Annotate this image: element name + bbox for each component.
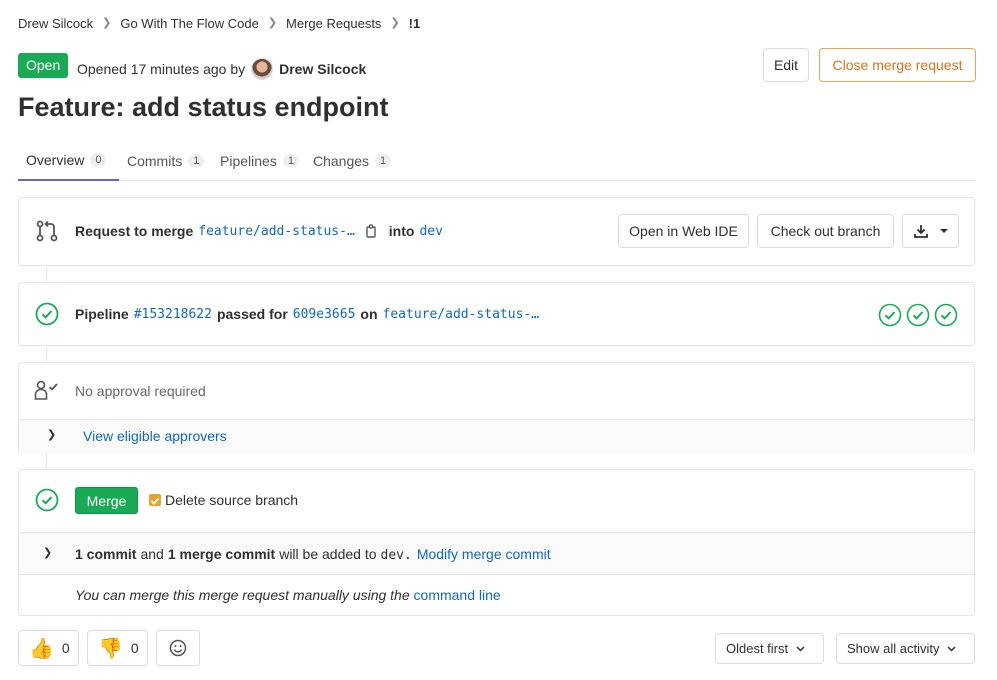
check-out-branch-button[interactable]: Check out branch bbox=[757, 214, 894, 248]
merge-request-icon bbox=[36, 220, 58, 242]
will-be-added-text: will be added to bbox=[279, 546, 377, 562]
request-to-merge-label: Request to merge bbox=[75, 223, 194, 239]
thumbs-down-icon: 👎 bbox=[98, 637, 123, 660]
and-text: and bbox=[140, 546, 164, 562]
commit-count: 1 commit bbox=[75, 546, 137, 562]
source-branch-link[interactable]: feature/add-status-… bbox=[198, 224, 355, 239]
open-web-ide-button[interactable]: Open in Web IDE bbox=[618, 214, 749, 248]
smiley-icon bbox=[169, 639, 187, 657]
add-reaction-button[interactable] bbox=[156, 630, 200, 666]
view-eligible-approvers-link[interactable]: View eligible approvers bbox=[83, 428, 227, 444]
no-approval-text: No approval required bbox=[75, 383, 206, 399]
sort-order-label: Oldest first bbox=[726, 641, 789, 656]
activity-filter-label: Show all activity bbox=[847, 641, 940, 656]
opened-info: Opened 17 minutes ago by Drew Silcock bbox=[77, 58, 366, 80]
chevron-right-icon: ❯ bbox=[267, 17, 278, 29]
widget-connector bbox=[46, 266, 47, 283]
breadcrumb: Drew Silcock ❯ Go With The Flow Code ❯ M… bbox=[18, 16, 420, 31]
checkmark-icon bbox=[150, 497, 160, 505]
tab-count: 1 bbox=[188, 153, 205, 168]
sort-order-dropdown[interactable]: Oldest first bbox=[715, 633, 824, 664]
breadcrumb-current-mr[interactable]: !1 bbox=[409, 16, 421, 31]
tab-count: 1 bbox=[282, 153, 299, 168]
target-branch-name: dev. bbox=[380, 548, 412, 563]
tab-label: Commits bbox=[127, 152, 183, 169]
breadcrumb-project[interactable]: Go With The Flow Code bbox=[120, 16, 258, 31]
chevron-down-icon bbox=[947, 645, 957, 652]
thumbs-up-button[interactable]: 👍 0 bbox=[18, 630, 79, 666]
tab-pipelines[interactable]: Pipelines 1 bbox=[212, 140, 307, 181]
merge-button[interactable]: Merge bbox=[75, 487, 138, 514]
copy-icon[interactable] bbox=[365, 224, 379, 238]
thumbs-up-icon: 👍 bbox=[29, 637, 54, 660]
pipeline-branch-link[interactable]: feature/add-status-… bbox=[383, 307, 540, 322]
avatar[interactable] bbox=[251, 58, 274, 80]
chevron-right-icon: ❯ bbox=[102, 17, 112, 29]
pipeline-label: Pipeline bbox=[75, 306, 129, 322]
download-dropdown-button[interactable] bbox=[902, 214, 959, 248]
pipeline-summary: Pipeline #153218622 passed for 609e3665 … bbox=[75, 306, 539, 322]
target-branch-link[interactable]: dev bbox=[419, 224, 442, 239]
thumbs-down-count: 0 bbox=[130, 640, 139, 656]
pipeline-id-link[interactable]: #153218622 bbox=[134, 307, 212, 322]
pipeline-passed-text: passed for bbox=[216, 306, 288, 322]
tab-count: 1 bbox=[375, 153, 392, 168]
close-merge-request-button[interactable]: Close merge request bbox=[819, 48, 976, 82]
thumbs-down-button[interactable]: 👎 0 bbox=[87, 630, 148, 666]
opened-text: Opened 17 minutes ago by bbox=[77, 61, 246, 77]
mr-tabs: Overview 0 Commits 1 Pipelines 1 Changes… bbox=[18, 140, 976, 181]
modify-merge-commit-link[interactable]: Modify merge commit bbox=[417, 546, 551, 562]
stage-success-icon[interactable] bbox=[906, 303, 930, 327]
tab-overview[interactable]: Overview 0 bbox=[18, 140, 119, 181]
merge-request-summary: Request to merge feature/add-status-… in… bbox=[75, 223, 443, 239]
widget-connector bbox=[46, 346, 47, 363]
thumbs-up-count: 0 bbox=[61, 640, 70, 656]
activity-filter-dropdown[interactable]: Show all activity bbox=[836, 633, 975, 664]
manual-merge-text: You can merge this merge request manuall… bbox=[75, 587, 501, 603]
chevron-right-icon[interactable]: ❯ bbox=[47, 428, 56, 441]
tab-count: 0 bbox=[90, 152, 107, 167]
widget-connector bbox=[46, 453, 47, 470]
into-label: into bbox=[388, 223, 415, 239]
pipeline-status-success-icon[interactable] bbox=[35, 302, 59, 326]
approval-icon bbox=[34, 380, 58, 400]
delete-source-branch-label[interactable]: Delete source branch bbox=[165, 492, 298, 508]
tab-label: Overview bbox=[26, 151, 85, 168]
chevron-right-icon: ❯ bbox=[390, 17, 400, 29]
author-link[interactable]: Drew Silcock bbox=[279, 61, 366, 77]
breadcrumb-merge-requests[interactable]: Merge Requests bbox=[286, 16, 381, 31]
download-icon bbox=[913, 225, 928, 238]
tab-changes[interactable]: Changes 1 bbox=[305, 140, 399, 181]
status-badge: Open bbox=[18, 53, 69, 78]
caret-down-icon bbox=[939, 229, 948, 233]
command-line-link[interactable]: command line bbox=[414, 587, 501, 603]
breadcrumb-user[interactable]: Drew Silcock bbox=[18, 16, 93, 31]
merge-ready-success-icon bbox=[35, 488, 59, 512]
on-label: on bbox=[360, 306, 378, 322]
tab-label: Changes bbox=[313, 152, 370, 169]
divider bbox=[19, 574, 974, 575]
tab-commits[interactable]: Commits 1 bbox=[119, 140, 212, 181]
chevron-down-icon bbox=[796, 645, 805, 652]
merge-commit-count: 1 merge commit bbox=[167, 546, 276, 562]
tab-label: Pipelines bbox=[220, 152, 277, 169]
chevron-right-icon[interactable]: ❯ bbox=[43, 546, 52, 559]
stage-success-icon[interactable] bbox=[934, 303, 958, 327]
merge-commit-summary: 1 commit and 1 merge commit will be adde… bbox=[75, 546, 551, 563]
delete-source-branch-checkbox[interactable] bbox=[149, 494, 161, 506]
stage-success-icon[interactable] bbox=[878, 303, 902, 327]
manual-merge-label: You can merge this merge request manuall… bbox=[75, 587, 410, 603]
page-title: Feature: add status endpoint bbox=[18, 92, 389, 122]
edit-button[interactable]: Edit bbox=[763, 48, 809, 82]
commit-sha-link[interactable]: 609e3665 bbox=[293, 307, 356, 322]
